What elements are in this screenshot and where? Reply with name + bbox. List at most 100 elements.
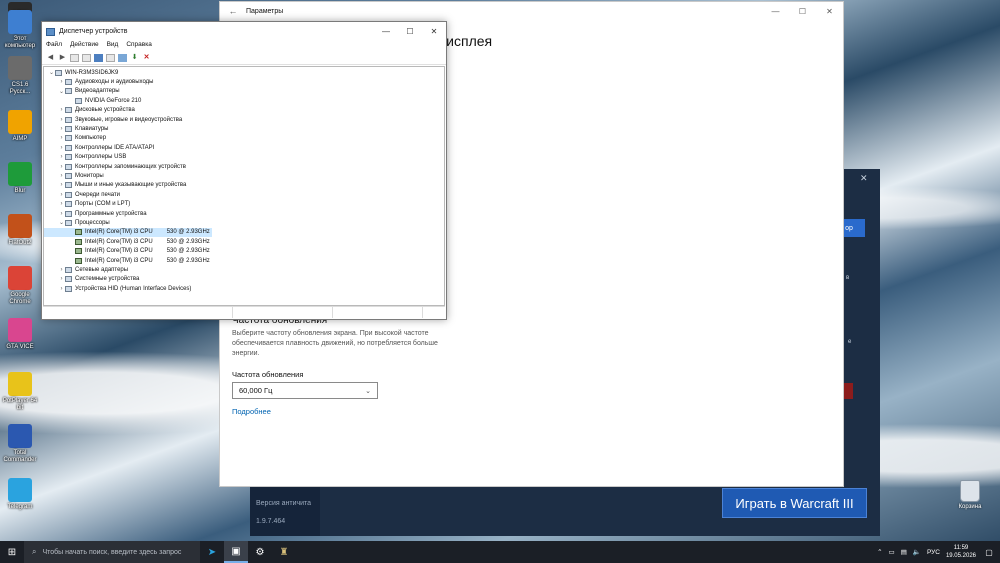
device-category-icon: [65, 79, 72, 86]
menu-view[interactable]: Вид: [107, 41, 119, 52]
help-icon[interactable]: [94, 54, 103, 62]
menu-file[interactable]: Файл: [46, 41, 62, 52]
device-tree-item[interactable]: › Аудиовходы и аудиовыходы: [44, 77, 444, 86]
desktop-icon[interactable]: AIMP: [2, 110, 38, 143]
collapse-chevron-icon[interactable]: ⌄: [58, 88, 65, 95]
device-tree-item[interactable]: › Звуковые, игровые и видеоустройства: [44, 115, 444, 124]
device-tree-item[interactable]: › Мониторы: [44, 171, 444, 180]
desktop-icon[interactable]: FlatOut2: [2, 214, 38, 247]
back-icon[interactable]: ◀: [46, 54, 55, 62]
expand-chevron-icon[interactable]: ›: [58, 276, 65, 282]
device-tree-item[interactable]: › Устройства HID (Human Interface Devices…: [44, 284, 444, 293]
network-icon[interactable]: ▤: [901, 548, 907, 556]
device-tree-item[interactable]: › Очереди печати: [44, 190, 444, 199]
collapse-chevron-icon[interactable]: ⌄: [58, 219, 65, 226]
device-tree-item[interactable]: ⌄ WIN-R3M3SID6JK9: [44, 68, 444, 77]
device-tree-item[interactable]: › Сетевые адаптеры: [44, 265, 444, 274]
device-tree-item[interactable]: Intel(R) Core(TM) i3 CPU 530 @ 2.93GHz: [44, 256, 444, 265]
tray-app-icon[interactable]: ▭: [889, 548, 895, 556]
chevron-down-icon: ⌄: [365, 387, 371, 395]
details-icon[interactable]: [106, 54, 115, 62]
desktop-icon[interactable]: PotPlayer 64 bit: [2, 372, 38, 412]
device-tree-label: Программные устройства: [75, 210, 147, 217]
device-tree-item[interactable]: › Дисковые устройства: [44, 106, 444, 115]
device-tree-label: Мониторы: [75, 172, 104, 179]
settings-gear-icon[interactable]: ⚙: [248, 541, 272, 563]
device-category-icon: [65, 163, 72, 170]
windows-start-icon[interactable]: ⊞: [0, 547, 24, 558]
device-category-icon: [65, 107, 72, 114]
expand-chevron-icon[interactable]: ›: [58, 211, 65, 217]
device-tree-item[interactable]: › Системные устройства: [44, 275, 444, 284]
maximize-button[interactable]: ☐: [789, 7, 816, 16]
device-tree-item[interactable]: › Порты (COM и LPT): [44, 199, 444, 208]
device-tree-item[interactable]: NVIDIA GeForce 210: [44, 96, 444, 105]
devmgr-maximize-button[interactable]: ☐: [398, 27, 422, 36]
device-tree-item[interactable]: › Контроллеры IDE ATA/ATAPI: [44, 143, 444, 152]
device-tree-item[interactable]: Intel(R) Core(TM) i3 CPU 530 @ 2.93GHz: [44, 246, 444, 255]
devmgr-close-button[interactable]: ✕: [422, 27, 446, 36]
device-category-icon: [65, 285, 72, 292]
expand-chevron-icon[interactable]: ›: [58, 135, 65, 141]
menu-action[interactable]: Действие: [70, 41, 99, 52]
device-tree-item[interactable]: ⌄ Процессоры: [44, 218, 444, 227]
desktop-icon[interactable]: GTA VICE: [2, 318, 38, 351]
expand-chevron-icon[interactable]: ›: [58, 107, 65, 113]
desktop-icon[interactable]: Этот компьютер: [2, 10, 38, 50]
telegram-taskbar-icon[interactable]: ➤: [200, 541, 224, 563]
gta-icon: [8, 318, 32, 342]
scan-hardware-icon[interactable]: [118, 54, 127, 62]
language-indicator[interactable]: РУС: [927, 549, 940, 556]
collapse-chevron-icon[interactable]: ⌄: [48, 69, 55, 76]
expand-chevron-icon[interactable]: ›: [58, 192, 65, 198]
close-button[interactable]: ✕: [816, 7, 843, 16]
launcher-close-icon[interactable]: ✕: [860, 173, 868, 184]
expand-chevron-icon[interactable]: ›: [58, 79, 65, 85]
devmgr-minimize-button[interactable]: —: [374, 27, 398, 36]
desktop-icon[interactable]: Telegram: [2, 478, 38, 511]
taskbar-search[interactable]: ⌕ Чтобы начать поиск, введите здесь запр…: [24, 541, 200, 563]
recycle-bin[interactable]: Корзина: [952, 480, 988, 510]
expand-chevron-icon[interactable]: ›: [58, 164, 65, 170]
desktop-icon[interactable]: Total Commander: [2, 424, 38, 464]
device-tree-item[interactable]: › Компьютер: [44, 134, 444, 143]
refresh-rate-dropdown[interactable]: 60,000 Гц ⌄: [232, 382, 378, 399]
volume-icon[interactable]: 🔈: [913, 548, 921, 556]
device-tree-item[interactable]: Intel(R) Core(TM) i3 CPU 530 @ 2.93GHz: [44, 227, 212, 238]
device-tree-item[interactable]: ⌄ Видеоадаптеры: [44, 87, 444, 96]
properties-icon[interactable]: [82, 54, 91, 62]
clock[interactable]: 11:59 19.05.2026: [946, 544, 976, 560]
forward-icon[interactable]: ▶: [58, 54, 67, 62]
expand-chevron-icon[interactable]: ›: [58, 126, 65, 132]
menu-help[interactable]: Справка: [126, 41, 152, 52]
device-tree-item[interactable]: › Программные устройства: [44, 209, 444, 218]
computer-icon: [8, 10, 32, 34]
uninstall-icon[interactable]: ✕: [142, 54, 151, 62]
expand-chevron-icon[interactable]: ›: [58, 173, 65, 179]
device-tree-item[interactable]: › Мыши и иные указывающие устройства: [44, 181, 444, 190]
desktop-icon[interactable]: Blur: [2, 162, 38, 195]
device-tree-item[interactable]: › Клавиатуры: [44, 124, 444, 133]
device-tree-item[interactable]: Intel(R) Core(TM) i3 CPU 530 @ 2.93GHz: [44, 237, 444, 246]
desktop-icon[interactable]: CS1.6 Русск...: [2, 56, 38, 96]
minimize-button[interactable]: —: [762, 7, 789, 16]
expand-chevron-icon[interactable]: ›: [58, 145, 65, 151]
tray-chevron-icon[interactable]: ⌃: [877, 548, 882, 556]
expand-chevron-icon[interactable]: ›: [58, 201, 65, 207]
warcraft-launcher-icon[interactable]: ♜: [272, 541, 296, 563]
notification-icon[interactable]: ▢: [982, 548, 996, 557]
desktop-icon[interactable]: Google Chrome: [2, 266, 38, 306]
device-tree-item[interactable]: › Контроллеры USB: [44, 153, 444, 162]
more-link[interactable]: Подробнее: [232, 407, 271, 416]
expand-chevron-icon[interactable]: ›: [58, 267, 65, 273]
expand-chevron-icon[interactable]: ›: [58, 117, 65, 123]
update-driver-icon[interactable]: ⬇: [130, 54, 139, 62]
expand-chevron-icon[interactable]: ›: [58, 154, 65, 160]
expand-chevron-icon[interactable]: ›: [58, 182, 65, 188]
expand-chevron-icon[interactable]: ›: [58, 286, 65, 292]
tree-view-icon[interactable]: [70, 54, 79, 62]
back-arrow-icon[interactable]: ←: [220, 6, 246, 16]
device-tree-item[interactable]: › Контроллеры запоминающих устройств: [44, 162, 444, 171]
play-button[interactable]: Играть в Warcraft III: [722, 488, 867, 518]
device-manager-taskbar-icon[interactable]: ▣: [224, 541, 248, 563]
